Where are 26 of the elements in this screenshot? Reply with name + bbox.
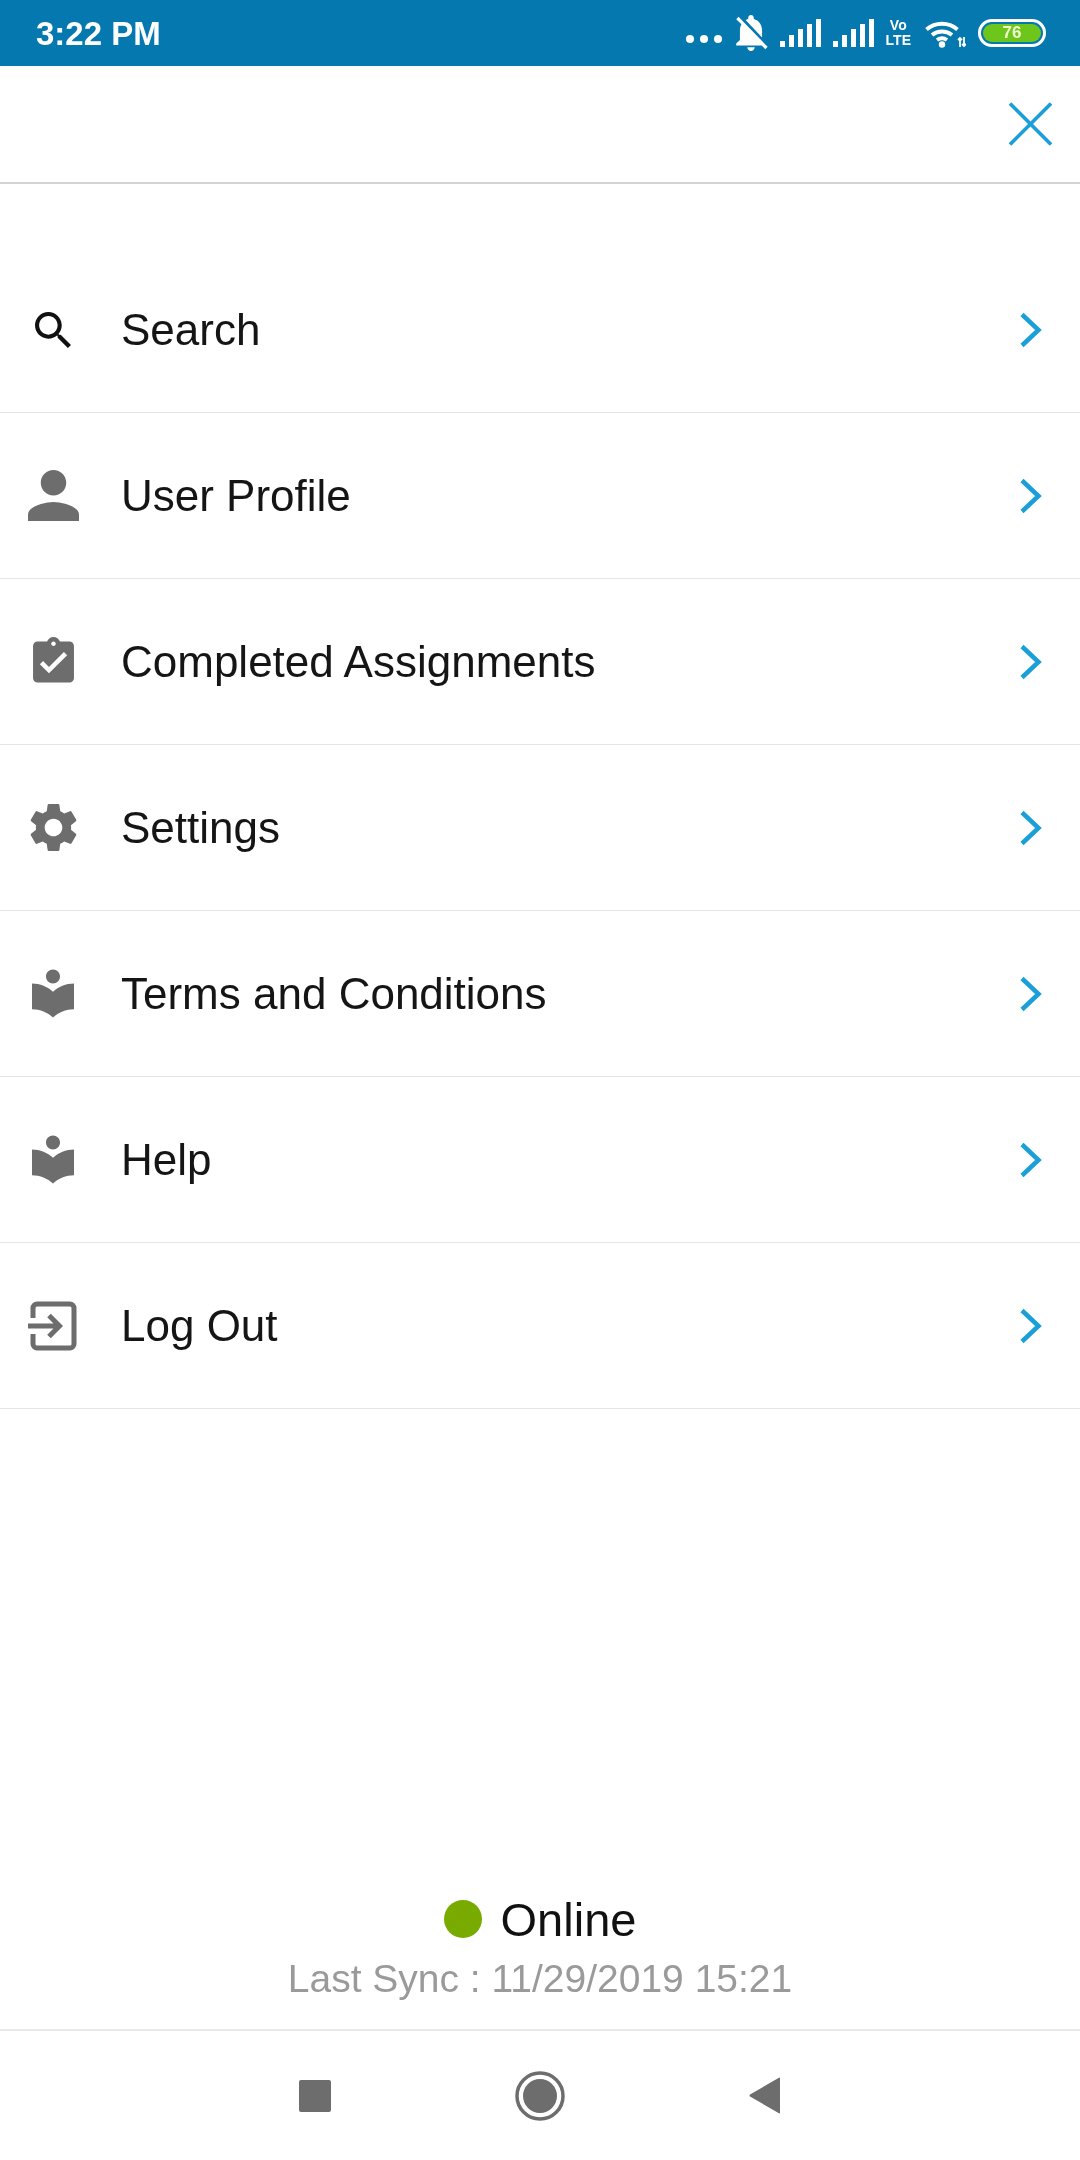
last-sync-text: Last Sync : 11/29/2019 15:21 [287, 1956, 793, 2002]
connection-status: Online [500, 1895, 637, 1943]
recent-apps-icon[interactable] [299, 2079, 331, 2112]
logout-icon [28, 1300, 78, 1351]
close-icon[interactable] [1008, 102, 1053, 146]
chevron-right-icon [1019, 311, 1042, 348]
person-icon [27, 470, 79, 521]
signal-icon [779, 19, 821, 47]
back-icon[interactable] [749, 2077, 781, 2114]
bell-off-icon [733, 15, 768, 51]
more-dots-icon [685, 35, 722, 43]
settings-icon [29, 803, 77, 852]
chevron-right-icon [1019, 643, 1042, 680]
search-icon [35, 311, 71, 348]
book-reader-icon [32, 1135, 74, 1184]
chevron-right-icon [1019, 809, 1042, 846]
chevron-right-icon [1019, 975, 1042, 1012]
chevron-right-icon [1019, 1141, 1042, 1178]
chevron-right-icon [1019, 477, 1042, 514]
volte-label: Vo LTE [885, 18, 911, 48]
status-time: 3:22 PM [36, 16, 161, 50]
book-reader-icon [32, 969, 74, 1018]
home-icon[interactable] [515, 2070, 565, 2121]
chevron-right-icon [1019, 1307, 1042, 1344]
battery-percentage: 76 [983, 24, 1041, 42]
signal-icon [832, 19, 874, 47]
